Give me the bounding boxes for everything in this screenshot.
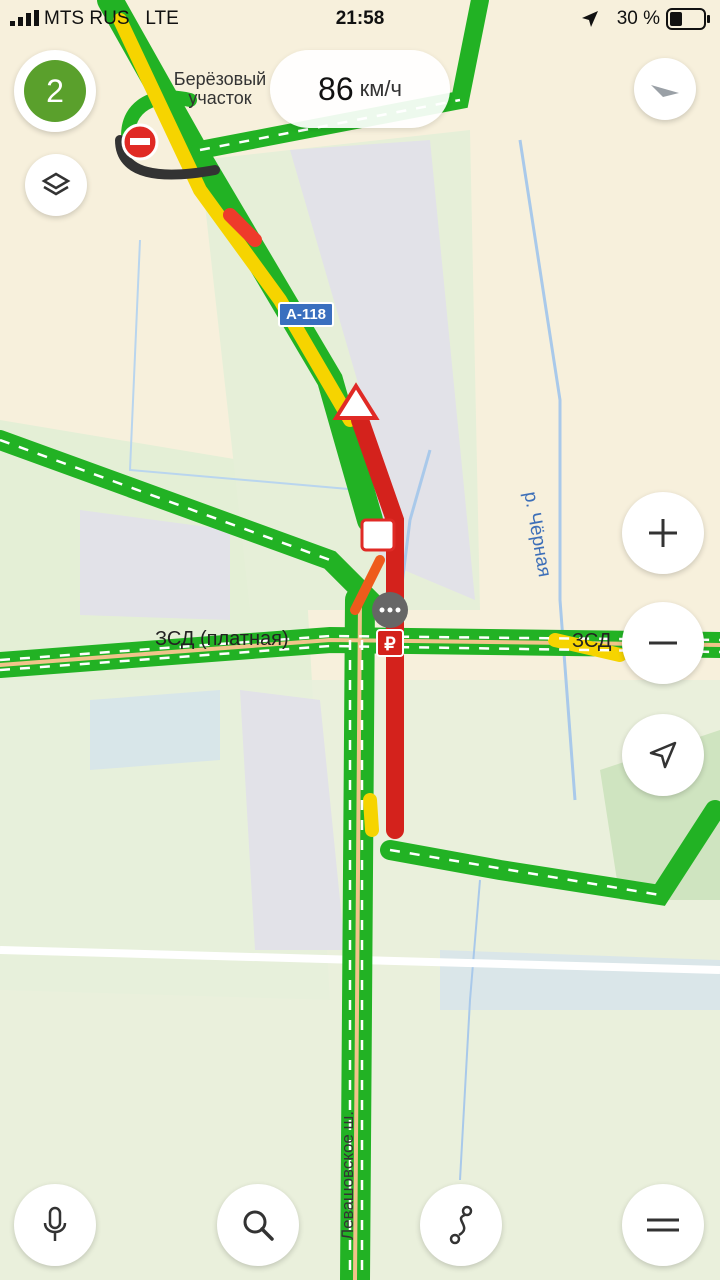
svg-text:₽: ₽ [384, 634, 396, 654]
road-label-east: ЗСД [572, 630, 612, 652]
account-button[interactable]: 2 [14, 50, 96, 132]
map-canvas[interactable]: ₽ [0, 0, 720, 1280]
street-label: Левашовское ш. [338, 1111, 357, 1240]
battery-percent: 30 % [616, 8, 660, 29]
zoom-in-button[interactable] [622, 492, 704, 574]
compass-button[interactable] [634, 58, 696, 120]
battery-icon [666, 8, 710, 30]
search-icon [243, 1210, 274, 1241]
speed-unit: км/ч [359, 76, 402, 101]
layers-button[interactable] [25, 154, 87, 216]
account-badge: 2 [24, 60, 86, 122]
locate-arrow-icon [649, 741, 677, 769]
route-icon [449, 1205, 473, 1245]
microphone-icon [43, 1206, 67, 1241]
route-button[interactable] [420, 1184, 502, 1266]
zoom-out-button[interactable] [622, 602, 704, 684]
speed-indicator: 86 км/ч [270, 50, 450, 128]
road-label-main: ЗСД (платная) [155, 628, 289, 650]
status-bar: MTS RUS LTE 21:58 30 % [0, 0, 720, 36]
locate-button[interactable] [622, 714, 704, 796]
menu-icon [647, 1218, 679, 1232]
compass-icon [651, 85, 679, 97]
clock: 21:58 [335, 8, 385, 29]
location-arrow-icon [582, 11, 598, 27]
highway-shield: А-118 [278, 302, 335, 327]
menu-button[interactable] [622, 1184, 704, 1266]
place-label: Берёзовый участок [173, 69, 267, 108]
speed-value: 86 [318, 70, 354, 107]
plus-icon [649, 519, 677, 547]
minus-icon [649, 641, 677, 645]
voice-button[interactable] [14, 1184, 96, 1266]
search-button[interactable] [217, 1184, 299, 1266]
layers-icon [41, 172, 71, 196]
